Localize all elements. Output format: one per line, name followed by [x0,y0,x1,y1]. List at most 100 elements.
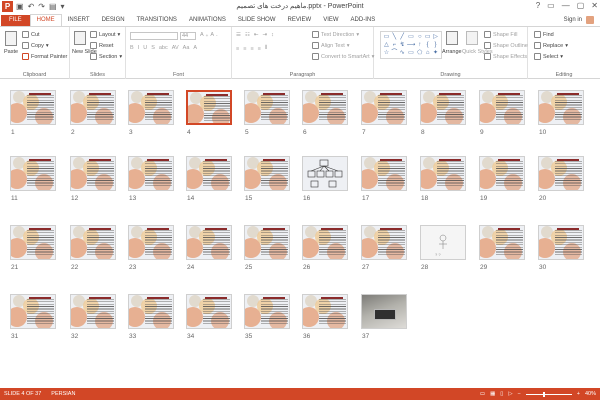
shape-item[interactable]: ⌂ [424,50,431,57]
tab-review[interactable]: REVIEW [282,15,318,26]
slide-thumbnail[interactable] [361,225,407,260]
numbering-icon[interactable]: ☷ [245,32,250,38]
slide-thumbnail[interactable] [302,156,348,191]
sign-in-link[interactable]: Sign in [564,17,582,23]
shape-item[interactable]: ⬠ [416,50,423,57]
slide-thumbnail[interactable] [128,225,174,260]
grow-font-button[interactable]: A + A- [200,32,218,38]
find-button[interactable]: Find [534,31,554,38]
zoom-level[interactable]: 40% [585,388,596,400]
format-painter-button[interactable]: Format Painter [22,53,67,60]
tab-file[interactable]: FILE [1,15,30,26]
line-spacing-icon[interactable]: ↕ [271,32,274,38]
slide-thumbnail[interactable] [128,294,174,329]
char-spacing-button[interactable]: AV [172,45,179,51]
slide-thumbnail[interactable] [420,156,466,191]
shape-item[interactable]: ▭ [407,34,416,41]
quick-styles-icon[interactable] [466,31,478,45]
zoom-out-button[interactable]: − [518,388,521,400]
italic-button[interactable]: I [138,45,140,51]
shape-fill-button[interactable]: Shape Fill [484,31,517,38]
zoom-slider-thumb[interactable] [543,391,546,397]
reading-view-icon[interactable]: ▯ [500,388,503,400]
slide-thumbnail[interactable] [479,225,525,260]
slide-thumbnail[interactable] [244,294,290,329]
tab-animations[interactable]: ANIMATIONS [183,15,232,26]
slide-thumbnail[interactable] [479,156,525,191]
slide-thumbnail[interactable] [10,90,56,125]
slide-thumbnail[interactable] [538,90,584,125]
slide-thumbnail[interactable] [302,294,348,329]
font-size-box[interactable]: 44 [180,32,196,40]
slide-thumbnail[interactable] [70,225,116,260]
tab-design[interactable]: DESIGN [96,15,131,26]
slide-thumbnail[interactable] [10,294,56,329]
zoom-slider[interactable] [525,391,572,397]
convert-smartart-button[interactable]: Convert to SmartArt ▾ [312,53,374,60]
slide-thumbnail[interactable] [361,156,407,191]
slide-thumbnail[interactable] [70,294,116,329]
font-name-box[interactable] [130,32,178,40]
new-slide-icon[interactable] [74,31,86,45]
align-text-button[interactable]: Align Text ▾ [312,42,350,49]
normal-view-icon[interactable]: ▭ [480,388,485,400]
cut-button[interactable]: Cut [22,31,40,38]
slide-thumbnail[interactable] [302,90,348,125]
shadow-button[interactable]: S [151,45,155,51]
slide-thumbnail[interactable] [538,156,584,191]
shape-item[interactable]: ⌐ [391,42,398,49]
slide-thumbnail[interactable] [302,225,348,260]
ribbon-display-button[interactable]: ▭ [547,0,555,12]
slide-thumbnail[interactable] [70,156,116,191]
shape-item[interactable]: ○ [416,34,423,41]
reset-button[interactable]: Reset [90,42,113,49]
slide-thumbnail[interactable] [420,90,466,125]
slide-thumbnail[interactable] [10,225,56,260]
slide-thumbnail[interactable] [244,225,290,260]
tab-view[interactable]: VIEW [317,15,344,26]
slide-thumbnail[interactable] [70,90,116,125]
layout-button[interactable]: Layout ▾ [90,31,120,38]
shape-item[interactable]: △ [383,42,390,49]
slide-thumbnail[interactable] [361,90,407,125]
shape-item[interactable]: ▭ [383,34,390,41]
shape-item[interactable]: ✦ [432,50,439,57]
replace-button[interactable]: Replace ▾ [534,42,568,49]
slide-thumbnail[interactable] [128,90,174,125]
sorter-view-icon[interactable]: ▦ [490,388,495,400]
tab-insert[interactable]: INSERT [62,15,96,26]
slide-thumbnail[interactable] [10,156,56,191]
zoom-in-button[interactable]: + [577,388,580,400]
shape-item[interactable]: ⟶ [407,42,416,49]
copy-button[interactable]: Copy ▾ [22,42,49,49]
slide-thumbnail[interactable]: ? ? [420,225,466,260]
bold-button[interactable]: B [130,45,134,51]
tab-add-ins[interactable]: ADD-INS [345,15,382,26]
bullets-icon[interactable]: ☰ [236,32,241,38]
minimize-button[interactable]: — [562,0,570,12]
slideshow-view-icon[interactable]: ▷ [508,388,512,400]
paste-icon[interactable] [5,31,17,46]
help-button[interactable]: ? [536,0,540,12]
paste-button[interactable]: Paste [4,49,18,55]
align-center-icon[interactable]: ≡ [243,46,246,52]
text-direction-button[interactable]: Text Direction ▾ [312,31,359,38]
shapes-gallery[interactable]: ▭ ╲ ╱ ▭ ○ ▭ ▷ △ ⌐ ↯ ⟶ ↑ { } ☆ ⌒ ∿ ▭ ⬠ ⌂ … [380,31,442,59]
underline-button[interactable]: U [143,45,147,51]
slide-thumbnail[interactable] [538,225,584,260]
tab-home[interactable]: HOME [29,14,62,26]
shape-item[interactable]: ▭ [407,50,416,57]
shape-item[interactable]: ↯ [399,42,406,49]
shape-item[interactable]: ↑ [416,42,423,49]
shape-item[interactable]: ▷ [432,34,439,41]
justify-icon[interactable]: ≡ [258,46,261,52]
shape-item[interactable]: } [432,42,439,49]
align-left-icon[interactable]: ≡ [236,46,239,52]
slide-thumbnail[interactable] [186,225,232,260]
tab-slide-show[interactable]: SLIDE SHOW [232,15,282,26]
slide-thumbnail[interactable] [479,90,525,125]
arrange-icon[interactable] [446,31,458,45]
slide-thumbnail[interactable] [244,156,290,191]
slide-thumbnail[interactable] [128,156,174,191]
shape-item[interactable]: ☆ [383,50,390,57]
